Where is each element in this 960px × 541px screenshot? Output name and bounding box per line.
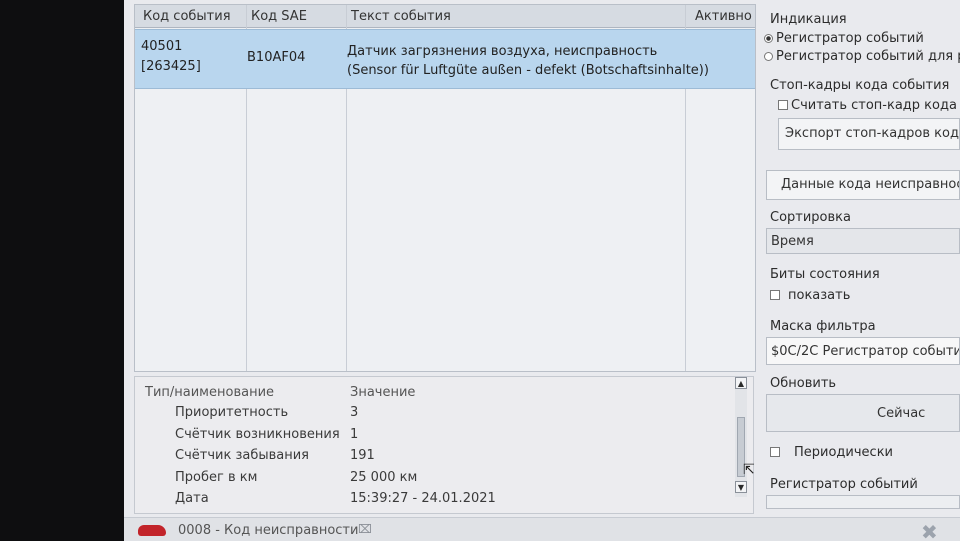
- refresh-now-button[interactable]: Сейчас: [766, 394, 960, 432]
- freeze-frame-label: Стоп-кадры кода события: [770, 78, 950, 93]
- options-panel: Индикация Регистратор событий Регистрато…: [762, 0, 960, 541]
- checkbox-icon: [778, 100, 788, 110]
- detail-label-occurrence: Счётчик возникновения события: [175, 427, 343, 442]
- bottom-tab-bar: 0008 - Код неисправности ⌧ ✖: [124, 517, 960, 541]
- filter-mask-label: Маска фильтра: [770, 319, 876, 334]
- export-freeze-button[interactable]: Экспорт стоп-кадров кода события: [778, 118, 960, 150]
- detail-label-date: Дата: [175, 491, 209, 506]
- details-scrollbar[interactable]: ▲ ▼: [735, 377, 747, 497]
- sort-label: Сортировка: [770, 210, 851, 225]
- close-tab-icon[interactable]: ⌧: [358, 522, 372, 536]
- header-sae-code[interactable]: Код SAE: [251, 9, 307, 24]
- detail-value-date: 15:39:27 - 24.01.2021: [350, 491, 496, 506]
- indication-label: Индикация: [770, 12, 847, 27]
- radio-event-recorder-multi[interactable]: Регистратор событий для разных: [764, 49, 960, 64]
- radio-selected-icon: [764, 34, 773, 43]
- table-row[interactable]: 40501 [263425] B10AF04 Датчик загрязнени…: [135, 29, 755, 89]
- checkbox-icon: [770, 447, 780, 457]
- header-active[interactable]: Активно: [695, 9, 752, 24]
- radio-event-recorder[interactable]: Регистратор событий: [764, 31, 924, 46]
- header-event-code[interactable]: Код события: [143, 9, 231, 24]
- car-icon: [138, 525, 166, 536]
- detail-label-mileage: Пробег в км: [175, 470, 258, 485]
- detail-value-mileage: 25 000 км: [350, 470, 418, 485]
- details-header-value: Значение: [350, 385, 416, 400]
- scroll-down-icon[interactable]: ▼: [735, 481, 747, 493]
- events-table: Код события Код SAE Текст события Активн…: [134, 4, 756, 372]
- detail-label-priority: Приоритетность: [175, 405, 289, 420]
- sort-select[interactable]: Время: [766, 228, 960, 254]
- refresh-label: Обновить: [770, 376, 837, 391]
- details-header-type: Тип/наименование: [145, 385, 275, 400]
- mouse-cursor-icon: ⇱: [743, 462, 755, 478]
- event-text: Датчик загрязнения воздуха, неисправност…: [347, 44, 658, 59]
- sae-code: B10AF04: [247, 50, 306, 65]
- detail-label-forget: Счётчик забывания: [175, 448, 309, 463]
- filter-mask-select[interactable]: $0C/2C Регистратор событий: [766, 337, 960, 365]
- show-status-checkbox[interactable]: показать: [770, 288, 850, 303]
- scroll-up-icon[interactable]: ▲: [735, 377, 747, 389]
- header-event-text[interactable]: Текст события: [351, 9, 451, 24]
- tab-fault-code[interactable]: 0008 - Код неисправности: [178, 523, 358, 538]
- event-recorder-label: Регистратор событий: [770, 477, 918, 492]
- event-code-internal: [263425]: [141, 59, 201, 74]
- tools-icon[interactable]: ✖: [921, 520, 938, 541]
- detail-value-priority: 3: [350, 405, 359, 420]
- event-code: 40501: [141, 39, 183, 54]
- checkbox-icon: [770, 290, 780, 300]
- table-header: Код события Код SAE Текст события Активн…: [135, 5, 755, 28]
- fault-data-button[interactable]: Данные кода неисправности: [766, 170, 960, 200]
- detail-value-occurrence: 1: [350, 427, 359, 442]
- event-text-german: (Sensor für Luftgüte außen - defekt (Bot…: [347, 63, 709, 78]
- radio-icon: [764, 52, 773, 61]
- event-recorder-field[interactable]: [766, 495, 960, 509]
- periodic-checkbox[interactable]: Периодически: [770, 445, 893, 460]
- status-bits-label: Биты состояния: [770, 267, 880, 282]
- diagnostic-screen: Код события Код SAE Текст события Активн…: [124, 0, 960, 541]
- event-details-panel: Тип/наименование Значение Приоритетность…: [134, 376, 754, 514]
- detail-value-forget: 191: [350, 448, 375, 463]
- freeze-frame-checkbox[interactable]: Считать стоп-кадр кода события: [778, 98, 960, 113]
